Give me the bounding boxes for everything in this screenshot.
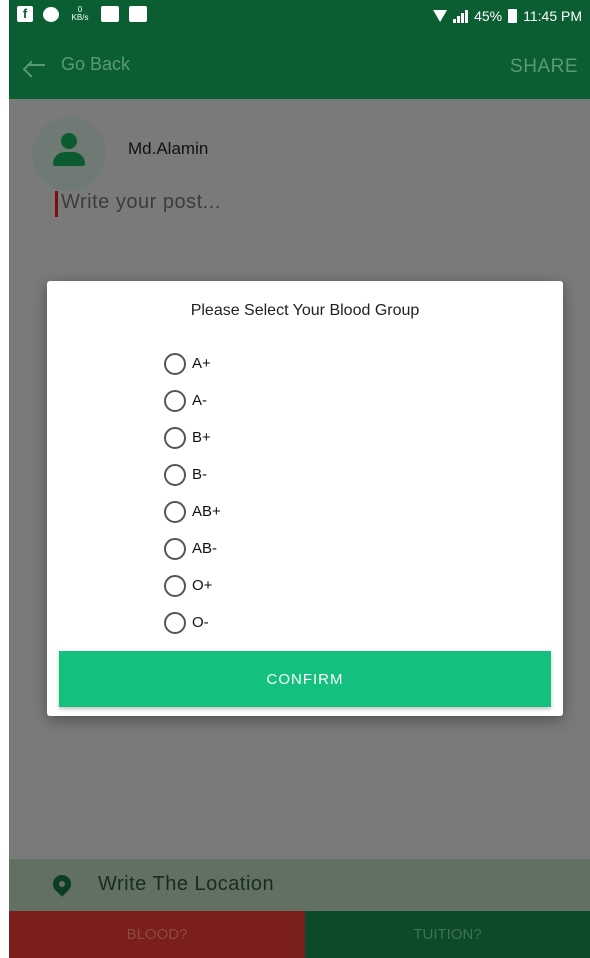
net-speed: 0 KB/s xyxy=(69,6,91,22)
notification-icons: f 0 KB/s xyxy=(17,6,147,22)
arrow-left-icon xyxy=(25,55,45,75)
blood-group-option[interactable]: O+ xyxy=(164,567,221,604)
avatar xyxy=(32,117,106,191)
blood-group-option[interactable]: A+ xyxy=(164,345,221,382)
radio-button[interactable] xyxy=(164,537,186,560)
system-indicators: 45% 11:45 PM xyxy=(433,8,582,24)
radio-button[interactable] xyxy=(164,611,186,634)
location-field[interactable]: Write The Location xyxy=(9,859,590,911)
go-back-label: Go Back xyxy=(61,54,131,74)
location-placeholder: Write The Location xyxy=(98,873,275,895)
image-icon xyxy=(101,6,119,22)
radio-button[interactable] xyxy=(164,352,186,375)
messenger-icon xyxy=(43,6,59,22)
option-label: B- xyxy=(192,466,207,483)
activity-icon xyxy=(129,6,147,22)
confirm-button[interactable]: CONFIRM xyxy=(59,651,551,707)
blood-group-option[interactable]: O- xyxy=(164,604,221,641)
option-label: B+ xyxy=(192,429,211,446)
location-pin-icon xyxy=(49,871,75,897)
radio-button[interactable] xyxy=(164,426,186,449)
blood-button[interactable]: BLOOD? xyxy=(9,911,305,958)
battery-icon xyxy=(508,9,518,23)
option-label: O+ xyxy=(192,577,213,594)
app-screen: f 0 KB/s 45% 11:45 PM Go Back SHARE Md.A… xyxy=(9,0,590,958)
radio-button[interactable] xyxy=(164,500,186,523)
blood-group-options: A+ A- B+ B- AB+ AB- O+ O- xyxy=(164,345,221,641)
option-label: AB+ xyxy=(192,503,221,520)
blood-group-option[interactable]: B- xyxy=(164,456,221,493)
blood-group-dialog: Please Select Your Blood Group A+ A- B+ … xyxy=(47,281,563,716)
tuition-button[interactable]: TUITION? xyxy=(305,911,590,958)
radio-button[interactable] xyxy=(164,463,186,486)
text-cursor xyxy=(55,191,58,217)
option-label: A+ xyxy=(192,355,211,372)
battery-percent: 45% xyxy=(474,8,503,24)
share-button[interactable]: SHARE xyxy=(510,56,578,78)
radio-button[interactable] xyxy=(164,574,186,597)
post-input[interactable]: Write your post... xyxy=(61,191,221,214)
option-label: O- xyxy=(192,614,209,631)
dialog-title: Please Select Your Blood Group xyxy=(190,302,420,319)
net-speed-unit: KB/s xyxy=(71,13,89,22)
go-back-button[interactable]: Go Back xyxy=(25,54,130,75)
facebook-icon: f xyxy=(17,6,33,22)
username: Md.Alamin xyxy=(128,139,209,158)
signal-icon xyxy=(453,9,469,23)
bottom-tabs: BLOOD? TUITION? xyxy=(9,911,590,958)
option-label: A- xyxy=(192,392,207,409)
blood-group-option[interactable]: AB- xyxy=(164,530,221,567)
person-icon xyxy=(61,133,77,149)
wifi-icon xyxy=(433,10,448,22)
status-bar: f 0 KB/s 45% 11:45 PM xyxy=(9,0,590,33)
app-bar: Go Back SHARE xyxy=(9,33,590,99)
blood-group-option[interactable]: B+ xyxy=(164,419,221,456)
radio-button[interactable] xyxy=(164,389,186,412)
clock: 11:45 PM xyxy=(523,8,582,24)
blood-group-option[interactable]: A- xyxy=(164,382,221,419)
blood-group-option[interactable]: AB+ xyxy=(164,493,221,530)
option-label: AB- xyxy=(192,540,218,557)
